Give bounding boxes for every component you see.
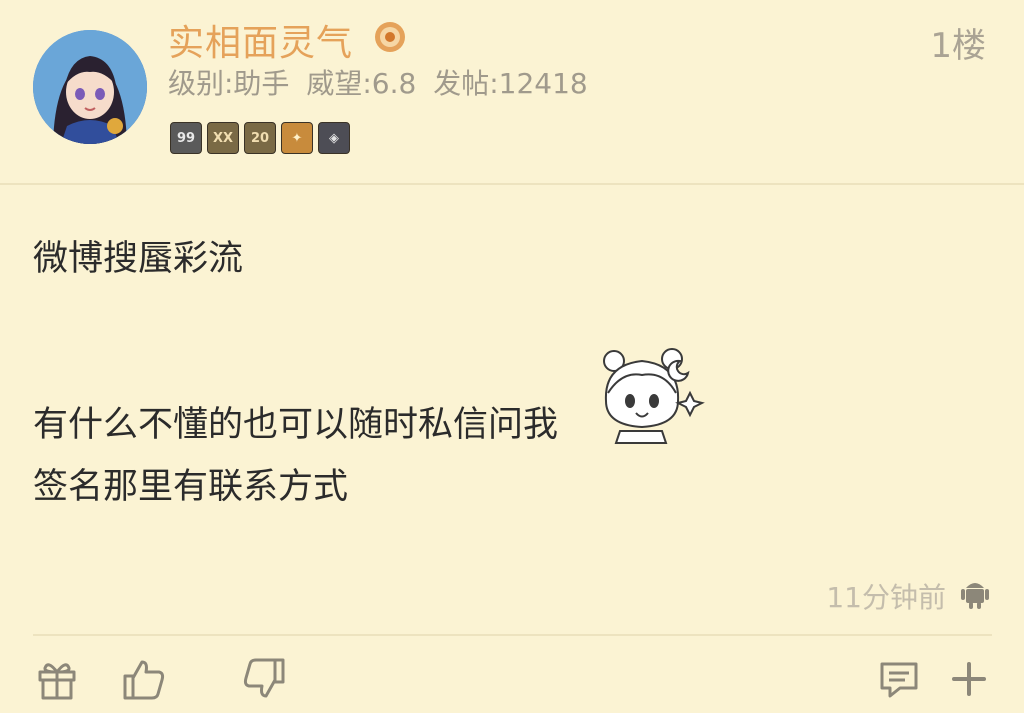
floor-number: 1楼: [930, 26, 986, 66]
post-card: 实相面灵气 1楼 级别:助手 威望:6.8 发帖:12418 99 XX 20 …: [0, 0, 1024, 713]
badge-icon[interactable]: XX: [207, 122, 239, 154]
post-content-line: 签名那里有联系方式: [33, 467, 349, 507]
footer-divider: [33, 634, 992, 636]
plus-icon: [952, 662, 986, 696]
thumbs-up-icon: [123, 660, 165, 700]
badge-icon[interactable]: ✦: [281, 122, 313, 154]
thumbs-down-icon: [243, 658, 285, 698]
posts-label: 发帖:12418: [433, 67, 588, 100]
post-timestamp: 11分钟前: [826, 581, 946, 614]
comment-button[interactable]: [876, 656, 922, 702]
comment-icon: [880, 662, 918, 698]
anime-sticker-icon: [592, 345, 707, 445]
like-button[interactable]: [121, 656, 167, 702]
avatar[interactable]: [33, 30, 147, 144]
badge-icon[interactable]: 20: [244, 122, 276, 154]
dislike-button[interactable]: [241, 656, 287, 702]
badge-icon[interactable]: 99: [170, 122, 202, 154]
more-button[interactable]: [946, 656, 992, 702]
username[interactable]: 实相面灵气: [168, 14, 353, 66]
medal-icon[interactable]: [373, 20, 407, 54]
badge-icon[interactable]: ◈: [318, 122, 350, 154]
gift-icon: [38, 663, 76, 700]
gift-button[interactable]: [34, 656, 80, 702]
author-stats: 级别:助手 威望:6.8 发帖:12418: [168, 62, 596, 102]
post-content-line: 微博搜蜃彩流: [33, 239, 244, 279]
badge-list: 99 XX 20 ✦ ◈: [170, 122, 350, 154]
android-icon: [958, 576, 992, 610]
post-content-line: 有什么不懂的也可以随时私信问我: [33, 405, 559, 445]
header-divider: [0, 183, 1024, 185]
level-label: 级别:助手: [168, 67, 290, 100]
prestige-label: 威望:6.8: [306, 67, 417, 100]
